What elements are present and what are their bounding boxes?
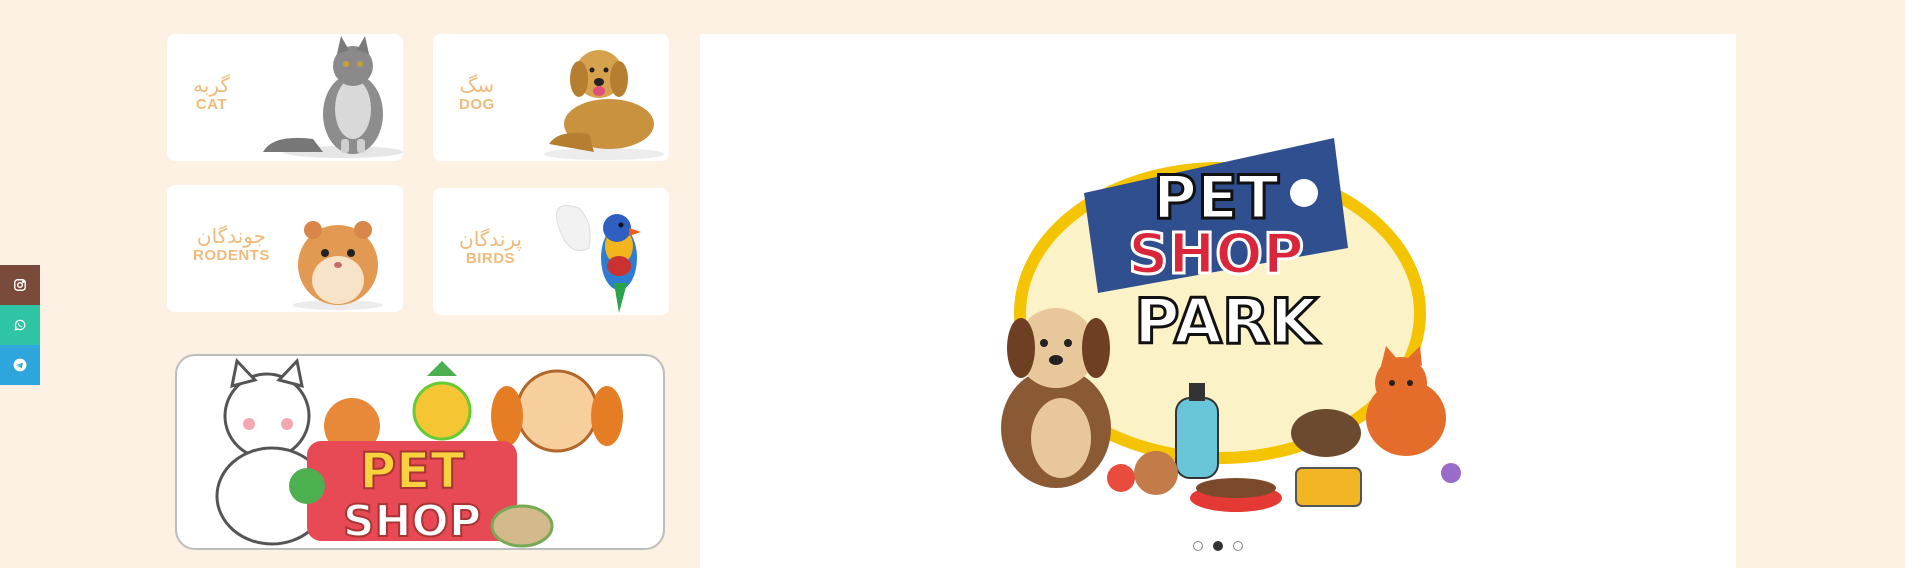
category-title-fa: سگ [459,73,495,97]
slider-dot-1[interactable] [1193,541,1203,551]
telegram-icon [13,358,27,372]
category-title-en: CAT [195,96,228,113]
cat-image [263,36,403,158]
logo-line3: PARK [1134,285,1319,358]
category-label-birds: پرندگان BIRDS [459,228,522,267]
pet-shop-banner[interactable]: PET SHOP [175,354,665,550]
category-title-en: DOG [459,96,495,113]
instagram-icon [14,279,26,291]
category-label-dog: سگ DOG [459,74,495,113]
social-links [0,265,40,385]
whatsapp-button[interactable] [0,305,40,345]
category-title-fa: گربه [193,73,230,97]
banner-line1: PET [360,442,465,500]
category-label-cat: گربه CAT [193,74,230,113]
category-card-rodents[interactable]: جوندگان RODENTS [167,185,403,312]
pet-shop-banner-art: PET SHOP [215,357,623,548]
logo-line2: SHOP [1128,222,1304,287]
category-card-birds[interactable]: پرندگان BIRDS [433,188,669,315]
dog-image [544,50,664,160]
pet-shop-park-image: PET SHOP PARK [1001,138,1461,512]
slider-dot-2[interactable] [1213,541,1223,551]
slider-dots [700,541,1736,551]
hero-slider[interactable]: PET SHOP PARK [700,34,1736,568]
hamster-image [293,221,383,310]
instagram-button[interactable] [0,265,40,305]
category-card-dog[interactable]: سگ DOG [433,34,669,161]
category-title-en: BIRDS [465,250,516,267]
birds-image [556,205,641,313]
category-card-cat[interactable]: گربه CAT [167,34,403,161]
telegram-button[interactable] [0,345,40,385]
slider-dot-3[interactable] [1233,541,1243,551]
whatsapp-icon [14,319,26,331]
banner-line2: SHOP [343,496,481,547]
category-title-fa: پرندگان [459,227,522,251]
